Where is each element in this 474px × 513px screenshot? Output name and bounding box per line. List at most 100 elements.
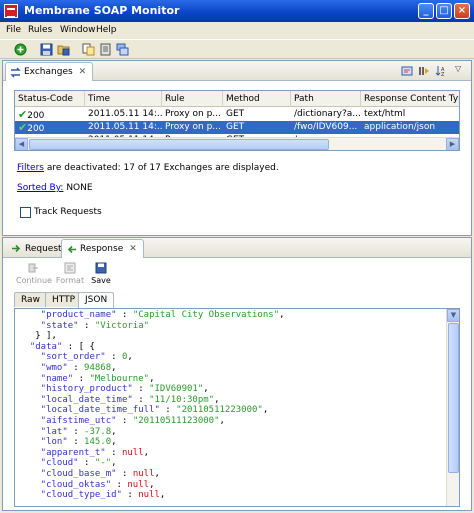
- code-line: "lat" : -37.8,: [19, 427, 447, 438]
- code-token: 94868: [84, 362, 112, 373]
- tab-exchanges[interactable]: Exchanges ✕: [5, 62, 94, 81]
- code-token: "history_product": [19, 384, 133, 395]
- scroll-thumb[interactable]: [448, 323, 459, 473]
- table-row[interactable]: ✔200 2011.05.11 14:... Proxy on p... GET…: [15, 108, 459, 121]
- code-line: "product_name" : "Capital City Observati…: [19, 310, 447, 321]
- code-token: :: [67, 426, 85, 437]
- column-rule[interactable]: Rule: [162, 91, 223, 107]
- method-cell: GET: [226, 109, 245, 119]
- code-token: "IDV60901": [149, 384, 204, 395]
- code-token: "Victoria": [94, 320, 150, 331]
- code-token: :: [105, 352, 122, 363]
- tab-raw[interactable]: Raw: [14, 292, 47, 307]
- code-line: "state" : "Victoria": [19, 321, 447, 332]
- close-button[interactable]: ×: [454, 3, 470, 19]
- scroll-thumb[interactable]: [29, 139, 329, 150]
- method-cell: GET: [226, 122, 245, 132]
- code-token: "cloud_type_id": [19, 490, 122, 501]
- open-folder-icon[interactable]: [57, 43, 70, 56]
- save-label: Save: [91, 276, 111, 285]
- code-token: "cloud_base_m": [19, 468, 117, 479]
- code-line: "local_date_time" : "11/10:30pm",: [19, 395, 447, 406]
- json-code[interactable]: "product_name" : "Capital City Observati…: [15, 309, 447, 506]
- table-horizontal-scrollbar[interactable]: ◀ ▶: [15, 137, 459, 150]
- sorted-by-link[interactable]: Sorted By:: [17, 183, 63, 193]
- code-token: "20110511223000": [176, 405, 263, 416]
- code-token: "11/10:30pm": [149, 394, 215, 405]
- add-rule-icon[interactable]: [14, 43, 27, 56]
- tab-http[interactable]: HTTP: [45, 292, 83, 307]
- response-icon: [67, 245, 76, 253]
- menu-help[interactable]: Help: [96, 25, 117, 35]
- time-cell: 2011.05.11 14:...: [88, 109, 162, 119]
- tab-close-icon[interactable]: ✕: [129, 244, 137, 254]
- menu-window[interactable]: Window: [60, 25, 96, 35]
- code-token: } ],: [19, 331, 57, 342]
- menu-file[interactable]: File: [6, 25, 21, 35]
- code-token: ,: [203, 384, 209, 395]
- column-method[interactable]: Method: [223, 91, 291, 107]
- scroll-down-icon[interactable]: ▼: [447, 309, 459, 322]
- exchanges-table: Status-Code Time Rule Method Path Respon…: [14, 90, 460, 151]
- code-line: "data" : [ {: [19, 342, 447, 353]
- code-line: "sort_order" : 0,: [19, 352, 447, 363]
- tab-exchanges-label: Exchanges: [24, 67, 73, 77]
- tab-response[interactable]: Response ✕: [61, 239, 144, 258]
- minimize-button[interactable]: _: [418, 3, 434, 19]
- tab-request[interactable]: Request: [7, 239, 68, 258]
- code-token: :: [67, 437, 85, 448]
- rule-cell: Proxy on p...: [165, 109, 221, 119]
- scroll-left-icon[interactable]: ◀: [15, 138, 28, 150]
- sort-icon[interactable]: AZ: [435, 65, 447, 77]
- pause-icon[interactable]: [418, 65, 430, 77]
- track-requests-checkbox[interactable]: [20, 207, 31, 218]
- filters-link[interactable]: Filters: [17, 163, 44, 173]
- column-path[interactable]: Path: [291, 91, 361, 107]
- document-icon[interactable]: [99, 43, 112, 56]
- code-token: :: [132, 394, 150, 405]
- save-button[interactable]: Save: [88, 262, 114, 285]
- scroll-right-icon[interactable]: ▶: [446, 138, 459, 150]
- save-icon: [95, 262, 107, 274]
- column-response-content-type[interactable]: Response Content Typ: [361, 91, 459, 107]
- code-token: ,: [111, 362, 117, 373]
- column-time[interactable]: Time: [85, 91, 162, 107]
- code-token: ,: [214, 394, 220, 405]
- content-type-cell: text/html: [364, 109, 406, 119]
- windows-icon[interactable]: [116, 43, 129, 56]
- view-menu-icon[interactable]: ▽: [455, 64, 461, 73]
- format-button[interactable]: Format: [55, 262, 85, 285]
- code-token: :: [67, 362, 85, 373]
- json-editor[interactable]: "product_name" : "Capital City Observati…: [14, 308, 460, 507]
- code-token: "sort_order": [19, 352, 106, 363]
- main-toolbar: [0, 39, 474, 59]
- code-line: "name" : "Melbourne",: [19, 374, 447, 385]
- menu-rules[interactable]: Rules: [28, 25, 52, 35]
- tab-close-icon[interactable]: ✕: [79, 67, 87, 77]
- editor-vertical-scrollbar[interactable]: ▲ ▼: [446, 309, 459, 506]
- code-line: } ],: [19, 331, 447, 342]
- copy-icon[interactable]: [82, 43, 95, 56]
- filter-icon[interactable]: [401, 65, 413, 77]
- code-token: null: [121, 447, 144, 458]
- code-line: "cloud_oktas" : null,: [19, 480, 447, 491]
- code-token: "Melbourne": [89, 373, 150, 384]
- code-token: :: [73, 373, 90, 384]
- code-token: "local_date_time_full": [19, 405, 160, 416]
- continue-button[interactable]: Continue: [16, 262, 52, 285]
- title-bar: Membrane SOAP Monitor _ □ ×: [0, 0, 474, 22]
- tab-json[interactable]: JSON: [78, 292, 115, 308]
- code-line: "cloud_type_id" : null,: [19, 490, 447, 501]
- code-token: : [ {: [62, 341, 95, 352]
- save-icon[interactable]: [40, 43, 53, 56]
- continue-icon: [28, 263, 38, 273]
- rule-cell: Proxy on p...: [165, 122, 221, 132]
- maximize-button[interactable]: □: [436, 3, 452, 19]
- code-token: :: [116, 468, 133, 479]
- column-status-code[interactable]: Status-Code: [15, 91, 85, 107]
- code-token: null: [127, 479, 150, 490]
- code-token: "data": [19, 341, 63, 352]
- table-row-selected[interactable]: ✔200 2011.05.11 14:... Proxy on p... GET…: [15, 121, 459, 134]
- code-token: :: [116, 310, 133, 320]
- filter-status: Filters are deactivated: 17 of 17 Exchan…: [17, 163, 279, 173]
